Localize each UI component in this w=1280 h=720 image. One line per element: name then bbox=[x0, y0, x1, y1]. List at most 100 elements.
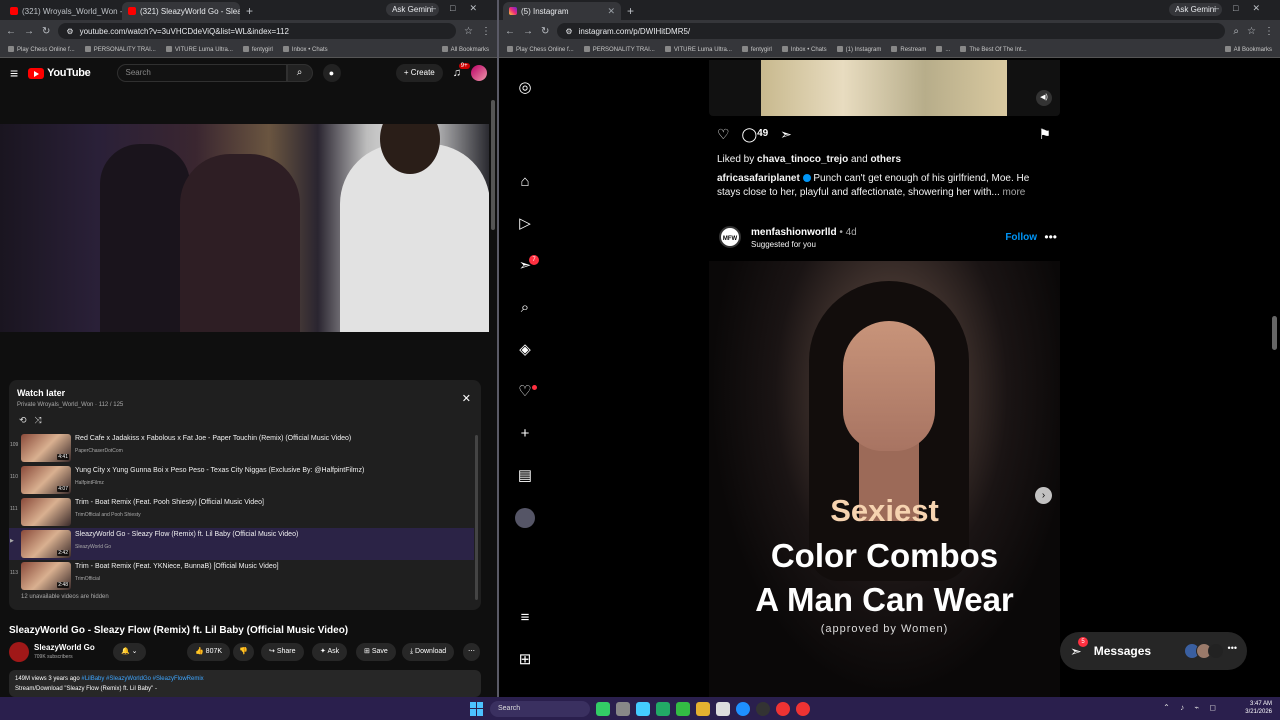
also-from-meta-icon[interactable]: ⊞ bbox=[515, 650, 535, 670]
next-slide-icon[interactable]: › bbox=[1035, 487, 1052, 504]
tab-instagram[interactable]: (5) Instagram ✕ bbox=[503, 2, 621, 20]
profile-avatar[interactable] bbox=[515, 508, 535, 528]
system-tray-icons[interactable]: ⌃ ♪ ⌁ ◻ bbox=[1163, 703, 1220, 712]
bookmark-item[interactable]: PERSONALITY TRAI... bbox=[584, 46, 655, 53]
url-field[interactable]: ⚙ youtube.com/watch?v=3uVHCDdeViQ&list=WL… bbox=[58, 23, 457, 39]
previous-post-media[interactable]: ◀) bbox=[709, 60, 1060, 116]
search-button[interactable]: ⌕ bbox=[286, 64, 313, 82]
item-thumbnail[interactable]: 4:07 bbox=[21, 466, 71, 494]
playlist-item[interactable]: 110 4:07 Yung City x Yung Gunna Boi x Peso… bbox=[9, 464, 474, 496]
bookmark-item[interactable]: VITURE Luma Ultra... bbox=[166, 46, 233, 53]
playlist-item[interactable]: ▶ 2:42 SleazyWorld Go - Sleazy Flow (Remix… bbox=[9, 528, 474, 560]
create-button[interactable]: + Create bbox=[395, 64, 443, 82]
item-thumbnail[interactable]: 4:41 bbox=[21, 434, 71, 462]
channel-avatar[interactable] bbox=[9, 642, 29, 662]
explore-icon[interactable]: ◈ bbox=[515, 340, 535, 360]
back-icon[interactable]: ← bbox=[6, 26, 16, 37]
tab-sleazyworld[interactable]: (321) SleazyWorld Go - Sleazy F✕ bbox=[122, 2, 240, 20]
bookmark-item[interactable]: Inbox • Chats bbox=[283, 46, 328, 53]
new-tab-button[interactable]: + bbox=[240, 2, 259, 20]
app-icon[interactable] bbox=[716, 701, 730, 716]
description-box[interactable]: 149M views 3 years ago #LilBaby #SleazyW… bbox=[9, 670, 481, 697]
video-player[interactable] bbox=[0, 124, 489, 332]
item-thumbnail[interactable]: 2:42 bbox=[21, 530, 71, 558]
instagram-logo-icon[interactable]: ◎ bbox=[515, 78, 535, 98]
bookmark-star-icon[interactable]: ☆ bbox=[464, 26, 473, 37]
back-icon[interactable]: ← bbox=[505, 26, 515, 37]
dislike-button[interactable]: 👎 bbox=[233, 643, 254, 661]
post-image[interactable]: Sexiest Color Combos A Man Can Wear (app… bbox=[709, 261, 1060, 697]
share-icon[interactable]: ➣ bbox=[780, 126, 792, 142]
clock[interactable]: 3:47 AM 3/21/2026 bbox=[1245, 700, 1272, 716]
playlist-item[interactable]: 111 Trim - Boat Remix (Feat. Pooh Shiesty… bbox=[9, 496, 474, 528]
reload-icon[interactable]: ↻ bbox=[541, 26, 549, 37]
site-info-icon[interactable]: ⚙ bbox=[66, 27, 73, 36]
post-options-icon[interactable]: ••• bbox=[1044, 230, 1057, 244]
notifications-bell-icon[interactable]: ♫ 9+ bbox=[453, 63, 470, 79]
task-view-icon[interactable] bbox=[596, 701, 610, 716]
search-icon[interactable]: ⌕ bbox=[515, 298, 535, 318]
more-menu-icon[interactable]: ≡ bbox=[515, 608, 535, 628]
all-bookmarks[interactable]: All Bookmarks bbox=[1225, 46, 1272, 53]
chrome-icon[interactable] bbox=[796, 701, 810, 716]
subscribed-bell-button[interactable]: 🔔 ⌄ bbox=[113, 643, 146, 661]
download-button[interactable]: ⤓ Download bbox=[402, 643, 455, 661]
reels-icon[interactable]: ▷ bbox=[515, 214, 535, 234]
share-button[interactable]: ↪ Share bbox=[261, 643, 304, 661]
window-controls[interactable]: –□✕ bbox=[1214, 3, 1274, 14]
bookmark-item[interactable]: fentygirl bbox=[742, 46, 772, 53]
messages-button[interactable]: ➣ 5 Messages ••• bbox=[1060, 632, 1247, 670]
follow-button[interactable]: Follow bbox=[1005, 232, 1037, 243]
scrollbar[interactable] bbox=[491, 100, 495, 230]
forward-icon[interactable]: → bbox=[24, 26, 34, 37]
app-icon[interactable] bbox=[756, 701, 770, 716]
mute-icon[interactable]: ◀) bbox=[1036, 90, 1052, 106]
bookmark-item[interactable]: Restream bbox=[891, 46, 926, 53]
playlist-scrollbar[interactable] bbox=[475, 435, 478, 600]
bookmark-item[interactable]: Inbox • Chats bbox=[782, 46, 827, 53]
window-controls[interactable]: –□✕ bbox=[431, 3, 491, 14]
voice-search-icon[interactable]: ● bbox=[322, 64, 341, 82]
playlist-item[interactable]: 109 4:41 Red Cafe x Jadakiss x Fabolous x … bbox=[9, 432, 474, 464]
file-explorer-icon[interactable] bbox=[696, 701, 710, 716]
item-title[interactable]: Trim - Boat Remix (Feat. YKNiece, BunnaB… bbox=[75, 563, 279, 570]
app-icon[interactable] bbox=[616, 701, 630, 716]
liked-user[interactable]: chava_tinoco_trejo bbox=[757, 154, 848, 165]
item-title[interactable]: Trim - Boat Remix (Feat. Pooh Shiesty) [… bbox=[75, 499, 264, 506]
app-icon[interactable] bbox=[656, 701, 670, 716]
taskbar-search[interactable]: Search bbox=[490, 700, 590, 717]
item-title[interactable]: Red Cafe x Jadakiss x Fabolous x Fat Joe… bbox=[75, 435, 351, 442]
url-field[interactable]: ⚙ instagram.com/p/DWIHitDMR5/ bbox=[557, 23, 1226, 39]
avatar[interactable] bbox=[471, 65, 487, 81]
bookmark-item[interactable]: VITURE Luma Ultra... bbox=[665, 46, 732, 53]
comment-icon[interactable]: ◯ bbox=[741, 126, 757, 142]
save-bookmark-icon[interactable]: ⚑ bbox=[1038, 126, 1051, 143]
more-actions-icon[interactable]: ⋯ bbox=[463, 643, 480, 661]
home-icon[interactable]: ⌂ bbox=[515, 172, 535, 192]
menu-icon[interactable]: ⋮ bbox=[1264, 26, 1274, 37]
app-icon[interactable] bbox=[676, 701, 690, 716]
item-title[interactable]: SleazyWorld Go - Sleazy Flow (Remix) ft.… bbox=[75, 531, 298, 538]
site-info-icon[interactable]: ⚙ bbox=[565, 27, 572, 36]
close-playlist-icon[interactable]: ✕ bbox=[462, 392, 471, 405]
bookmark-item[interactable]: PERSONALITY TRAI... bbox=[85, 46, 156, 53]
close-icon[interactable]: ✕ bbox=[607, 6, 615, 17]
more-link[interactable]: more bbox=[1003, 187, 1026, 198]
create-icon[interactable]: + bbox=[515, 424, 535, 444]
bookmark-item[interactable]: The Best Of The Int... bbox=[960, 46, 1026, 53]
playlist-controls[interactable]: ⟲⤨ bbox=[19, 415, 50, 426]
chrome-icon[interactable] bbox=[776, 701, 790, 716]
item-thumbnail[interactable]: 2:48 bbox=[21, 562, 71, 590]
ask-button[interactable]: ✦ Ask bbox=[312, 643, 348, 661]
youtube-logo[interactable]: YouTube bbox=[28, 67, 91, 79]
save-button[interactable]: ⊞ Save bbox=[356, 643, 396, 661]
settings-icon[interactable] bbox=[636, 701, 650, 716]
post-username[interactable]: menfashionworlld • 4d bbox=[751, 227, 857, 238]
forward-icon[interactable]: → bbox=[523, 26, 533, 37]
hamburger-menu-icon[interactable]: ≡ bbox=[10, 65, 18, 81]
windows-start-icon[interactable] bbox=[470, 701, 484, 716]
hashtags[interactable]: #LilBaby #SleazyWorldGo #SleazyFlowRemix bbox=[81, 676, 203, 682]
post-avatar[interactable]: MFW bbox=[719, 226, 741, 248]
like-button[interactable]: 👍 807K bbox=[187, 643, 231, 661]
all-bookmarks[interactable]: All Bookmarks bbox=[442, 46, 489, 53]
